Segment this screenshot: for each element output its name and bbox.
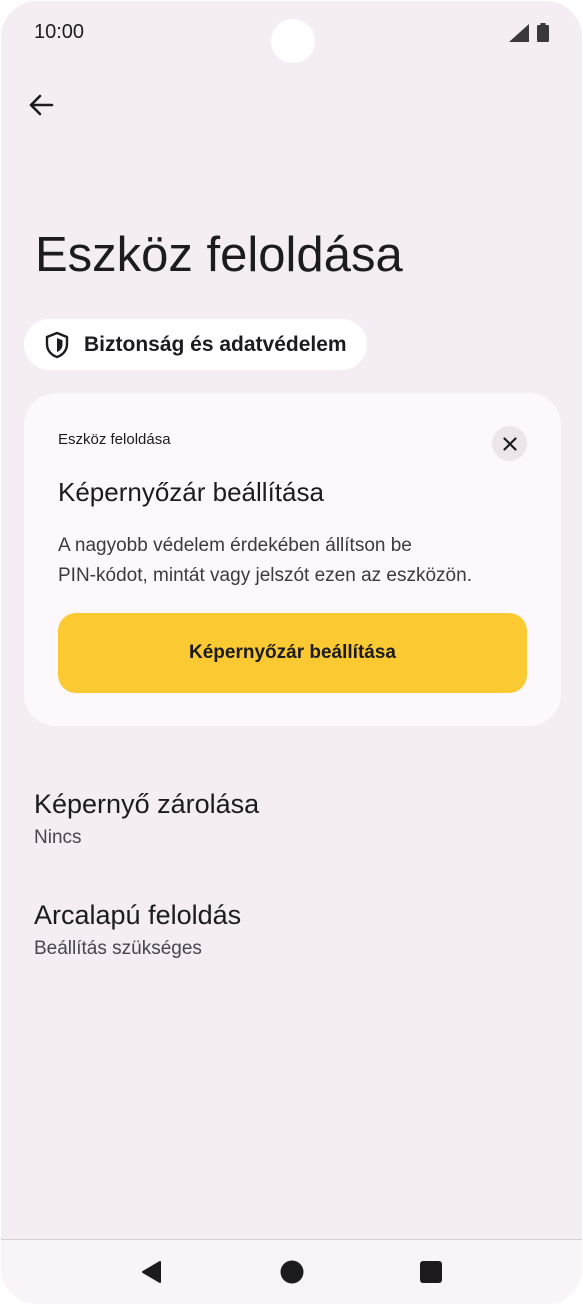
- camera-cutout: [271, 19, 315, 63]
- shield-icon: [45, 331, 69, 358]
- setting-summary: Beállítás szükséges: [34, 938, 202, 959]
- status-bar: 10:00: [1, 1, 582, 65]
- home-circle-icon: [280, 1260, 304, 1284]
- setting-screen-lock[interactable]: Képernyő zárolása Nincs: [1, 771, 582, 867]
- phone-screen: 10:00 Eszköz feloldása Biztonság és adat…: [1, 1, 582, 1304]
- nav-home-button[interactable]: [270, 1254, 314, 1290]
- setting-face-unlock[interactable]: Arcalapú feloldás Beállítás szükséges: [1, 882, 582, 978]
- setting-title: Arcalapú feloldás: [34, 900, 242, 930]
- recents-square-icon: [420, 1261, 442, 1283]
- back-triangle-icon: [142, 1261, 161, 1283]
- nav-recents-button[interactable]: [409, 1254, 453, 1290]
- close-icon: [502, 436, 517, 451]
- card-title: Képernyőzár beállítása: [58, 477, 324, 507]
- battery-icon: [537, 23, 549, 42]
- system-nav-bar: [1, 1240, 582, 1304]
- setting-summary: Nincs: [34, 827, 82, 848]
- signal-icon: [509, 24, 529, 42]
- back-button[interactable]: [19, 83, 63, 127]
- suggestion-card: Eszköz feloldása Képernyőzár beállítása …: [24, 393, 561, 726]
- page-title: Eszköz feloldása: [35, 228, 403, 282]
- breadcrumb-label: Biztonság és adatvédelem: [84, 332, 347, 356]
- card-body-line: PIN-kódot, mintát vagy jelszót ezen az e…: [58, 565, 472, 586]
- card-body-line: A nagyobb védelem érdekében állítson be: [58, 535, 412, 556]
- set-screen-lock-button[interactable]: Képernyőzár beállítása: [58, 613, 527, 693]
- card-body: A nagyobb védelem érdekében állítson be …: [58, 531, 518, 591]
- arrow-back-icon: [29, 94, 54, 116]
- status-time: 10:00: [34, 21, 85, 43]
- nav-back-button[interactable]: [129, 1254, 173, 1290]
- card-close-button[interactable]: [492, 426, 527, 461]
- card-overline: Eszköz feloldása: [58, 431, 171, 448]
- setting-title: Képernyő zárolása: [34, 789, 260, 819]
- breadcrumb-security-privacy[interactable]: Biztonság és adatvédelem: [24, 319, 367, 370]
